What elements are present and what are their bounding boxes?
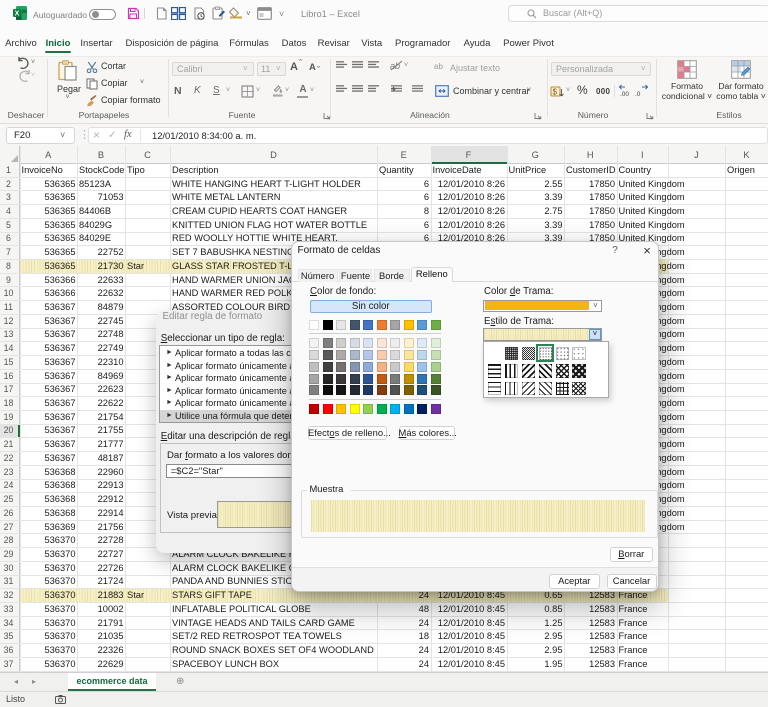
svg-text:X: X [15,11,20,18]
svg-text:.00: .00 [620,91,629,97]
svg-text:$: $ [553,88,558,97]
svg-text:.0: .0 [635,91,641,97]
